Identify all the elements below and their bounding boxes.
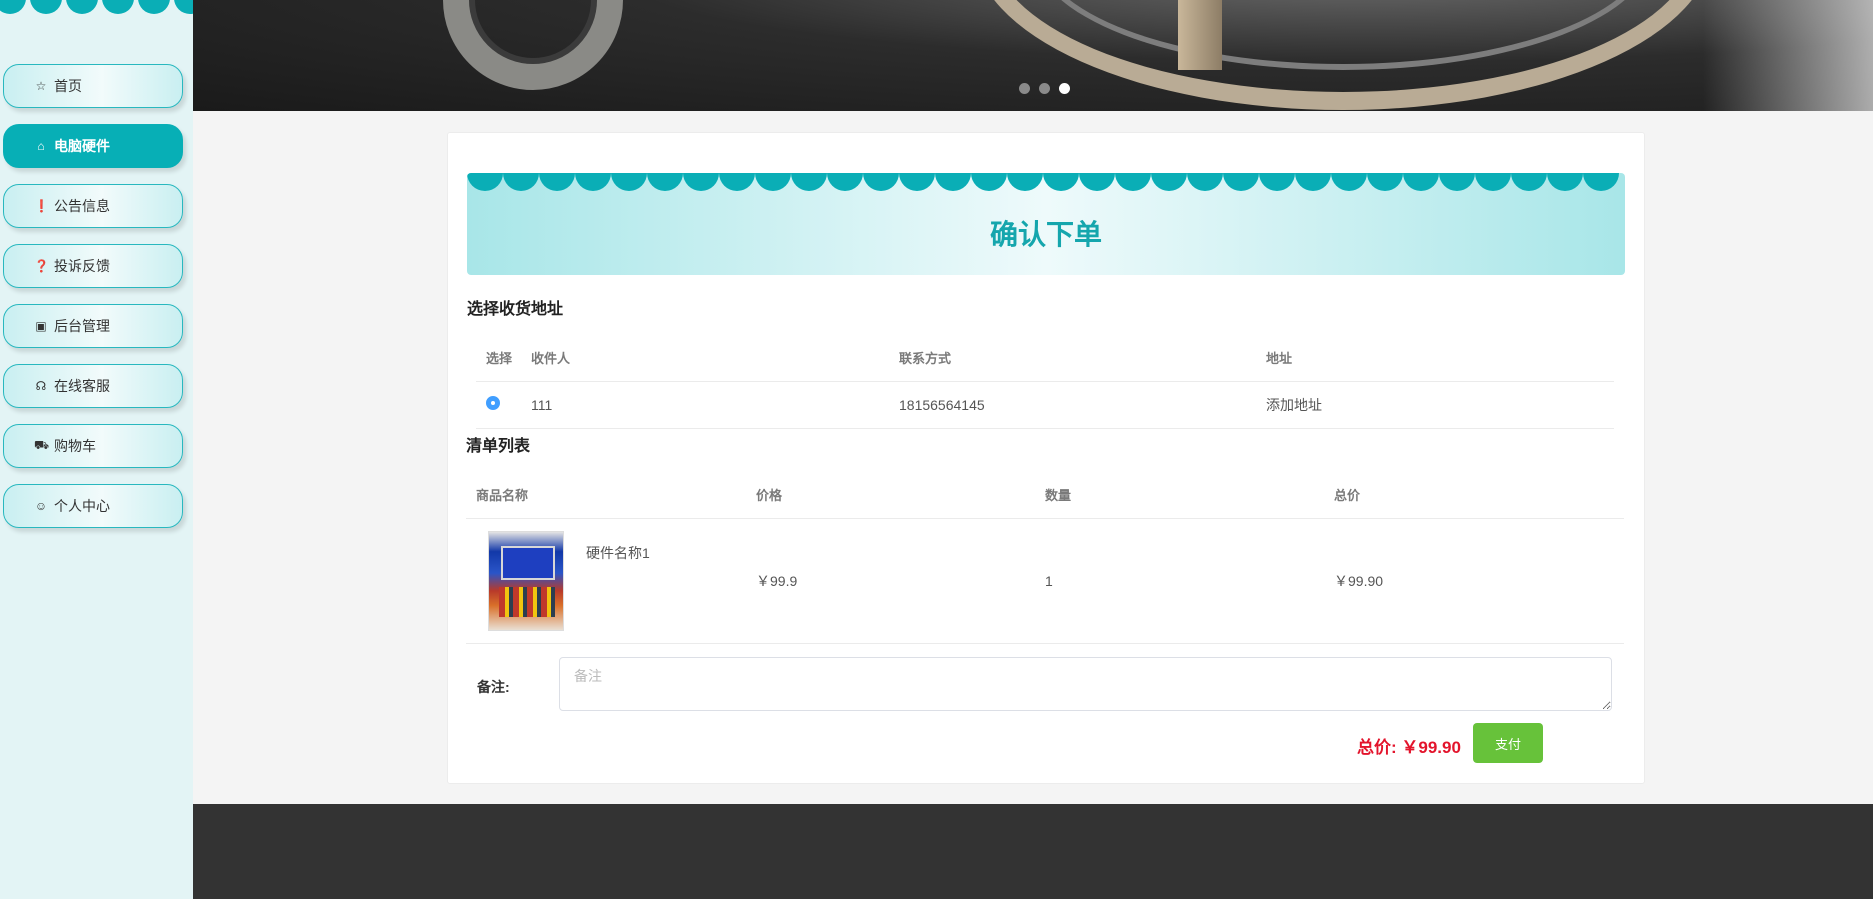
note-textarea[interactable] [559, 657, 1612, 711]
column-header: 总价 [1334, 472, 1624, 519]
column-header: 联系方式 [899, 335, 1266, 382]
sidebar-decoration [0, 0, 193, 14]
pay-button[interactable]: 支付 [1473, 723, 1543, 763]
product-name[interactable]: 硬件名称1 [586, 543, 650, 563]
table-row[interactable]: 硬件名称1 ￥99.9 1 ￥99.90 [466, 518, 1624, 644]
contact-cell: 18156564145 [899, 381, 1266, 429]
note-label: 备注: [477, 679, 510, 695]
headset-icon: ☊ [35, 379, 47, 393]
column-header: 价格 [756, 472, 1045, 519]
question-circle-icon: ❓ [34, 259, 49, 273]
footer [193, 804, 1873, 899]
carousel-indicators [1019, 83, 1070, 94]
column-header: 商品名称 [466, 472, 756, 519]
carousel-dot[interactable] [1019, 83, 1030, 94]
address-radio[interactable] [486, 396, 500, 410]
sidebar-item-profile[interactable]: ☺ 个人中心 [3, 484, 183, 528]
carousel-dot-active[interactable] [1059, 83, 1070, 94]
sidebar-item-hardware[interactable]: ⌂ 电脑硬件 [3, 124, 183, 168]
header-decoration [467, 173, 1625, 191]
address-table: 选择 收件人 联系方式 地址 111 18156564145 添加地址 [476, 335, 1614, 429]
list-section-title: 清单列表 [466, 438, 531, 455]
table-row[interactable]: 111 18156564145 添加地址 [476, 381, 1614, 429]
sidebar-item-label: 后台管理 [54, 318, 110, 334]
column-header: 数量 [1045, 472, 1334, 519]
sidebar-item-label: 投诉反馈 [54, 258, 110, 274]
column-header: 选择 [476, 335, 531, 382]
checkout-header: 确认下单 [467, 173, 1625, 275]
sidebar-item-cart[interactable]: ⛟ 购物车 [3, 424, 183, 468]
star-icon: ☆ [35, 79, 47, 93]
carousel-dot[interactable] [1039, 83, 1050, 94]
price-cell: ￥99.9 [756, 518, 1045, 644]
sidebar-item-label: 首页 [54, 78, 82, 94]
shopping-bag-icon: ⌂ [37, 139, 45, 153]
page-title: 确认下单 [989, 219, 1102, 250]
banner-image [443, 0, 623, 90]
sidebar-item-feedback[interactable]: ❓ 投诉反馈 [3, 244, 183, 288]
sidebar-item-label: 在线客服 [54, 378, 110, 394]
product-thumbnail[interactable] [488, 530, 564, 631]
receiver-cell: 111 [531, 381, 899, 429]
info-circle-icon: ❗ [34, 199, 49, 213]
banner-carousel [193, 0, 1873, 111]
address-section-title: 选择收货地址 [467, 301, 564, 318]
sidebar-item-admin[interactable]: ▣ 后台管理 [3, 304, 183, 348]
goods-table: 商品名称 价格 数量 总价 硬件名称1 ￥99.9 1 ￥99.90 [466, 472, 1624, 644]
column-header: 地址 [1266, 335, 1614, 382]
sidebar-item-label: 个人中心 [54, 498, 110, 514]
sidebar-item-label: 公告信息 [54, 198, 110, 214]
total-cell: ￥99.90 [1334, 518, 1624, 644]
column-header: 收件人 [531, 335, 899, 382]
user-icon: ☺ [34, 499, 48, 513]
sidebar-item-label: 电脑硬件 [54, 138, 110, 154]
cart-icon: ⛟ [34, 438, 50, 452]
address-cell: 添加地址 [1266, 381, 1614, 429]
briefcase-icon: ▣ [35, 319, 47, 333]
sidebar-item-announcements[interactable]: ❗ 公告信息 [3, 184, 183, 228]
sidebar: ☆ 首页 ⌂ 电脑硬件 ❗ 公告信息 ❓ 投诉反馈 ▣ 后台管理 ☊ 在线客服 … [0, 0, 193, 899]
sidebar-item-label: 购物车 [54, 438, 96, 454]
order-total: 总价: ￥99.90 [1357, 738, 1461, 757]
qty-cell: 1 [1045, 518, 1334, 644]
sidebar-item-home[interactable]: ☆ 首页 [3, 64, 183, 108]
sidebar-item-support[interactable]: ☊ 在线客服 [3, 364, 183, 408]
